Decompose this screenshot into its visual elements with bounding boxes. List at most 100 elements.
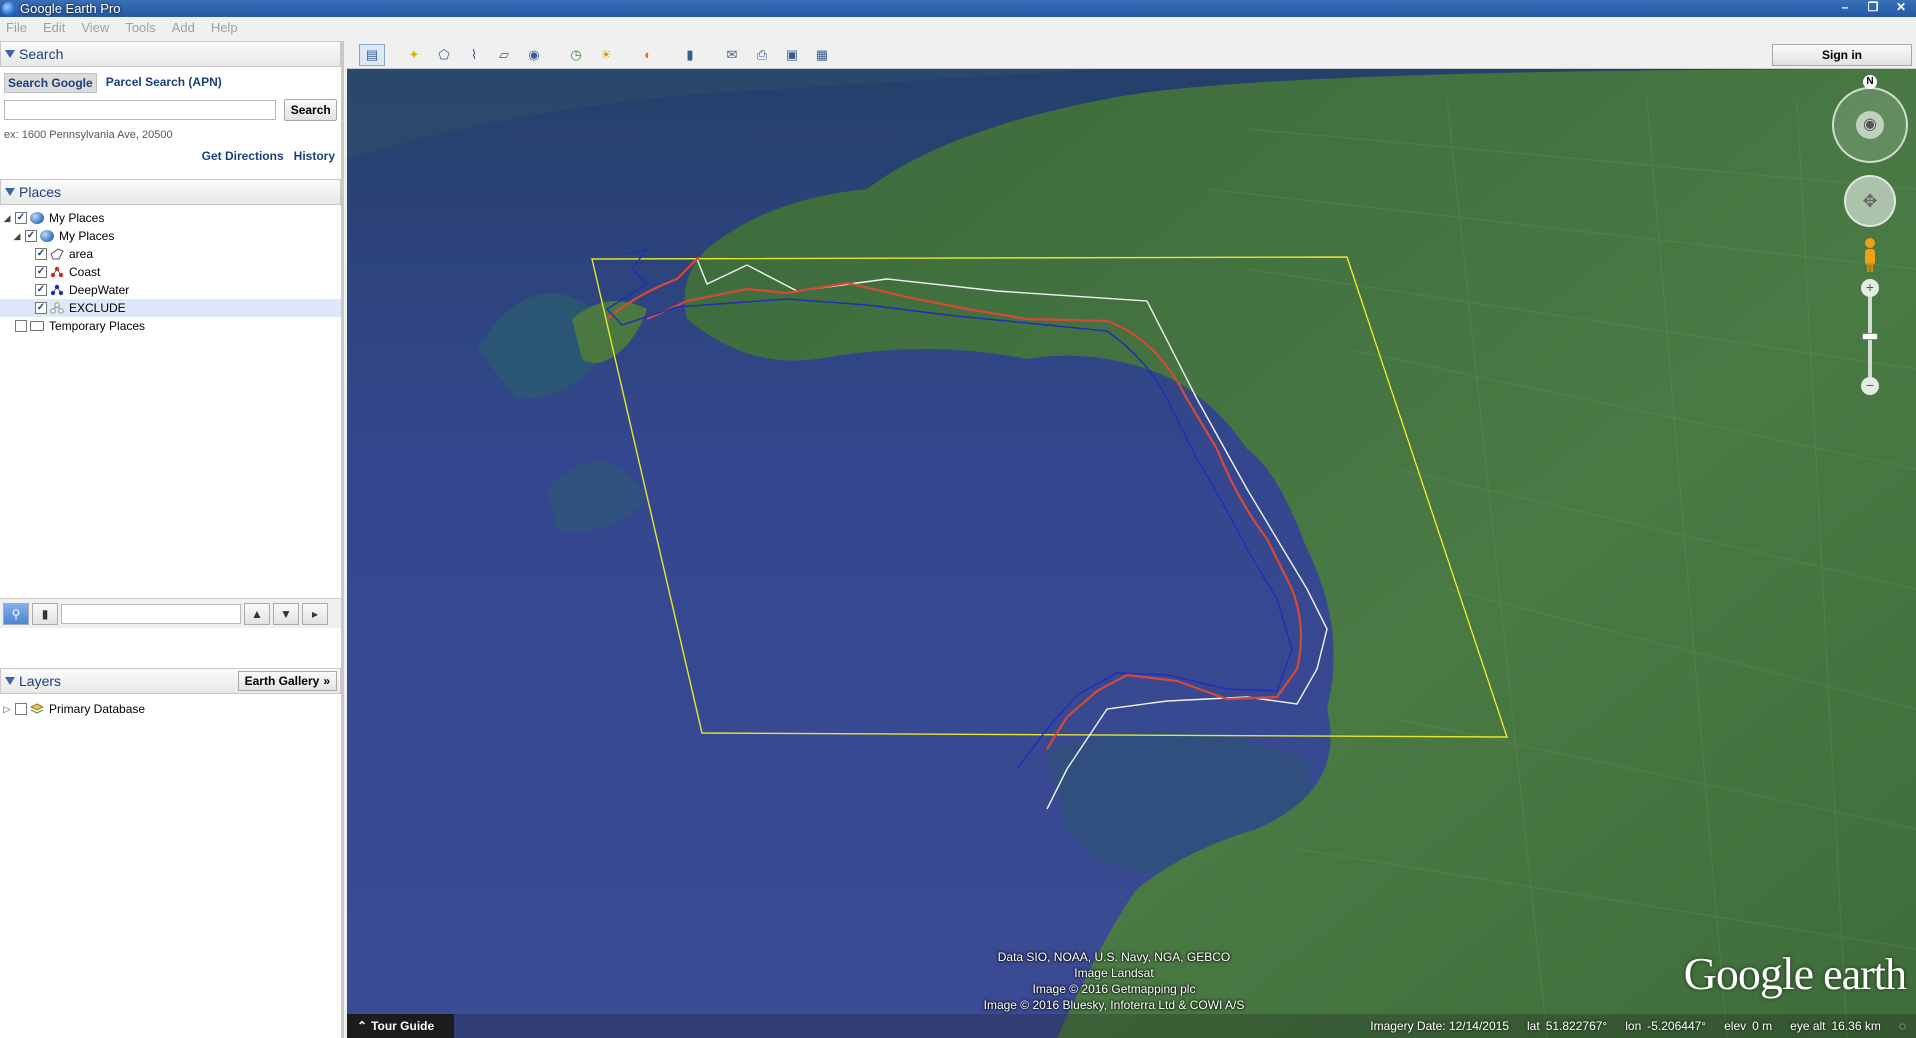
tree-item-temporary-places[interactable]: Temporary Places xyxy=(0,317,341,335)
north-indicator[interactable]: N xyxy=(1863,75,1877,89)
layers-header-wrap: Layers Earth Gallery » xyxy=(0,668,341,694)
folder-icon xyxy=(30,321,44,331)
elev-value: 0 m xyxy=(1752,1019,1773,1033)
expand-icon[interactable]: ▷ xyxy=(2,704,12,715)
tree-item-label: Primary Database xyxy=(49,702,146,716)
street-view-pegman-icon[interactable] xyxy=(1860,237,1880,273)
history-link[interactable]: History xyxy=(294,149,335,163)
collapse-triangle-icon[interactable] xyxy=(5,50,15,58)
red-path-icon xyxy=(50,266,64,278)
google-earth-logo: Google earth xyxy=(1683,948,1907,999)
historical-imagery-icon[interactable]: ◷ xyxy=(563,44,589,66)
navigation-controls: N ◉ ✥ + − xyxy=(1832,75,1908,415)
places-filter-input[interactable] xyxy=(61,603,241,624)
earth-gallery-label: Earth Gallery xyxy=(244,674,320,688)
sidebar: Search Search Google Parcel Search (APN)… xyxy=(0,41,344,1038)
planets-icon[interactable]: ◐ xyxy=(635,44,661,66)
save-image-icon[interactable]: ▣ xyxy=(779,44,805,66)
collapse-triangle-icon[interactable] xyxy=(5,677,15,685)
look-eye-icon[interactable]: ◉ xyxy=(1856,111,1884,139)
tree-item-my-places-root[interactable]: ◢ ✓ My Places xyxy=(0,209,341,227)
checkbox[interactable] xyxy=(15,320,27,332)
sunlight-icon[interactable]: ☀ xyxy=(593,44,619,66)
expand-icon[interactable]: ◢ xyxy=(12,231,22,242)
attribution-line: Data SIO, NOAA, U.S. Navy, NGA, GEBCO xyxy=(997,950,1231,964)
search-input[interactable] xyxy=(4,100,277,120)
eye-alt-label: eye alt xyxy=(1790,1019,1826,1033)
checkbox[interactable]: ✓ xyxy=(35,248,47,260)
tree-item-label: Temporary Places xyxy=(49,319,146,333)
tree-item-label: DeepWater xyxy=(69,283,130,297)
move-down-icon[interactable]: ▼ xyxy=(273,602,299,625)
checkbox[interactable]: ✓ xyxy=(35,284,47,296)
search-links: Get Directions History xyxy=(0,147,341,179)
tree-item-coast[interactable]: ✓ Coast xyxy=(0,263,341,281)
layers-panel-header[interactable]: Layers Earth Gallery » xyxy=(0,668,341,694)
tree-item-primary-database[interactable]: ▷ Primary Database xyxy=(0,700,341,718)
tree-item-my-places[interactable]: ◢ ✓ My Places xyxy=(0,227,341,245)
ruler-icon[interactable]: ▮ xyxy=(677,44,703,66)
sign-in-button[interactable]: Sign in xyxy=(1772,44,1912,66)
menu-edit[interactable]: Edit xyxy=(43,20,65,35)
path-add-icon[interactable]: ⌇ xyxy=(461,44,487,66)
places-panel-title: Places xyxy=(19,184,62,200)
attribution-line: Image © 2016 Getmapping plc xyxy=(1032,982,1196,996)
search-button[interactable]: Search xyxy=(284,99,337,121)
tree-item-exclude[interactable]: ✓ EXCLUDE xyxy=(0,299,341,317)
menu-view[interactable]: View xyxy=(81,20,109,35)
email-icon[interactable]: ✉ xyxy=(719,44,745,66)
tab-search-google[interactable]: Search Google xyxy=(4,73,97,93)
sidebar-toggle-icon[interactable]: ▤ xyxy=(359,43,385,66)
move-joystick-icon[interactable]: ✥ xyxy=(1844,175,1896,227)
attribution-line: Image © 2016 Bluesky, Infoterra Ltd & CO… xyxy=(983,998,1245,1012)
zoom-slider-thumb[interactable] xyxy=(1862,333,1878,340)
tour-play-icon[interactable]: ▸ xyxy=(302,602,328,625)
google-earth-app-icon xyxy=(2,1,16,16)
checkbox[interactable]: ✓ xyxy=(25,230,37,242)
places-panel-header[interactable]: Places xyxy=(0,179,341,205)
zoom-out-icon[interactable]: − xyxy=(1861,377,1879,395)
overlay-icon[interactable]: ▱ xyxy=(491,44,517,66)
window-title: Google Earth Pro xyxy=(20,1,121,16)
tree-item-label: My Places xyxy=(49,211,105,225)
main-toolbar: ▤ ✦ ⬠ ⌇ ▱ ◉ ◷ ☀ ◐ ▮ ✉ ⎙ ▣ ▦ Sign in xyxy=(347,41,1916,69)
menu-file[interactable]: File xyxy=(6,20,27,35)
layers-icon xyxy=(30,703,44,714)
search-panel-header[interactable]: Search xyxy=(0,41,341,67)
checkbox[interactable] xyxy=(15,703,27,715)
polygon-add-icon[interactable]: ⬠ xyxy=(431,44,457,66)
tab-parcel-search[interactable]: Parcel Search (APN) xyxy=(103,73,225,93)
maps-icon[interactable]: ▦ xyxy=(809,44,835,66)
earth-map-view[interactable]: Data SIO, NOAA, U.S. Navy, NGA, GEBCO Im… xyxy=(347,69,1916,1038)
tree-item-area[interactable]: ✓ area xyxy=(0,245,341,263)
minimize-button[interactable]: – xyxy=(1834,0,1856,16)
imagery-date: Imagery Date: 12/14/2015 xyxy=(1370,1019,1510,1033)
collapse-triangle-icon[interactable] xyxy=(5,188,15,196)
tour-record-icon[interactable]: ◉ xyxy=(521,44,547,66)
checkbox[interactable]: ✓ xyxy=(35,266,47,278)
get-directions-link[interactable]: Get Directions xyxy=(202,149,284,163)
menu-help[interactable]: Help xyxy=(211,20,238,35)
lon-value: -5.206447° xyxy=(1647,1019,1707,1033)
restore-button[interactable]: ❐ xyxy=(1862,0,1884,16)
expand-icon[interactable]: ◢ xyxy=(2,213,12,224)
search-places-icon[interactable]: ⚲ xyxy=(3,602,29,625)
blue-path-icon xyxy=(50,284,64,296)
close-button[interactable]: ✕ xyxy=(1890,0,1912,16)
tree-item-deepwater[interactable]: ✓ DeepWater xyxy=(0,281,341,299)
checkbox[interactable]: ✓ xyxy=(15,212,27,224)
menu-bar: File Edit View Tools Add Help xyxy=(0,17,1916,37)
white-path-icon xyxy=(50,302,64,314)
print-icon[interactable]: ⎙ xyxy=(749,44,775,66)
earth-gallery-button[interactable]: Earth Gallery » xyxy=(237,671,337,691)
title-bar: Google Earth Pro – ❐ ✕ xyxy=(0,0,1916,17)
move-up-icon[interactable]: ▲ xyxy=(244,602,270,625)
menu-tools[interactable]: Tools xyxy=(125,20,155,35)
checkbox[interactable]: ✓ xyxy=(35,302,47,314)
panel-toggle-icon[interactable]: ▮ xyxy=(32,602,58,625)
menu-add[interactable]: Add xyxy=(172,20,195,35)
tour-guide-button[interactable]: ⌃ Tour Guide xyxy=(347,1014,454,1038)
placemark-icon[interactable]: ✦ xyxy=(401,44,427,66)
lat-value: 51.822767° xyxy=(1545,1019,1608,1033)
zoom-in-icon[interactable]: + xyxy=(1861,279,1879,297)
